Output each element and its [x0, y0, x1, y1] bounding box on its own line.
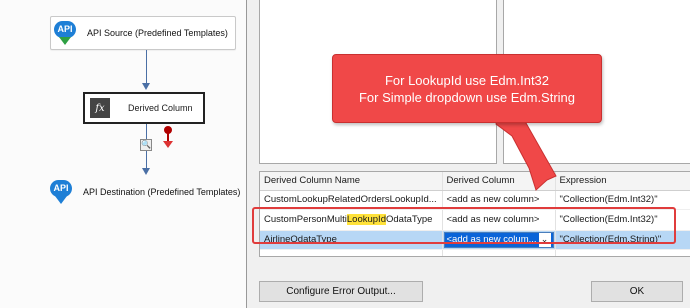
api-destination-icon: API: [49, 179, 75, 205]
table-row[interactable]: [260, 249, 690, 256]
derived-column-node[interactable]: fx Derived Column: [83, 92, 205, 124]
annotation-callout: For LookupId use Edm.Int32 For Simple dr…: [332, 54, 602, 123]
derived-column-editor-dialog: Derived Column Name Derived Column Expre…: [246, 0, 690, 308]
cell-column-name[interactable]: [260, 249, 443, 256]
header-expression[interactable]: Expression: [555, 172, 690, 191]
connector-arrowhead: [142, 83, 150, 90]
horizontal-scrollbar[interactable]: [259, 257, 690, 265]
blue-arrow-glyph: [55, 196, 67, 204]
api-cloud-glyph: API: [54, 21, 76, 38]
api-source-label: API Source (Predefined Templates): [87, 28, 228, 38]
cell-derived-column[interactable]: [442, 249, 556, 256]
api-source-icon: API: [53, 20, 79, 46]
error-output-arrowhead: [163, 141, 173, 148]
ok-button[interactable]: OK: [591, 281, 683, 302]
cell-expression[interactable]: [555, 249, 690, 256]
connector-arrowhead-2: [142, 168, 150, 175]
annotation-highlight-box: [252, 207, 676, 244]
grid-header-row: Derived Column Name Derived Column Expre…: [260, 172, 690, 191]
fx-icon: fx: [90, 98, 110, 118]
header-derived-column-name[interactable]: Derived Column Name: [260, 172, 443, 191]
api-destination-label: API Destination (Predefined Templates): [83, 187, 241, 197]
callout-line-2: For Simple dropdown use Edm.String: [358, 89, 576, 105]
api-destination-node[interactable]: API API Destination (Predefined Template…: [46, 175, 242, 209]
green-arrow-glyph: [59, 37, 71, 45]
connector-line: [146, 50, 147, 84]
data-flow-canvas: API API Source (Predefined Templates) fx…: [0, 0, 246, 308]
header-derived-column[interactable]: Derived Column: [442, 172, 556, 191]
derived-column-label: Derived Column: [128, 103, 193, 113]
configure-error-output-button[interactable]: Configure Error Output...: [259, 281, 423, 302]
api-source-node[interactable]: API API Source (Predefined Templates): [50, 16, 236, 50]
data-viewer-icon[interactable]: 🔍: [140, 139, 152, 151]
callout-line-1: For LookupId use Edm.Int32: [384, 72, 550, 88]
api-cloud-glyph: API: [50, 180, 72, 197]
